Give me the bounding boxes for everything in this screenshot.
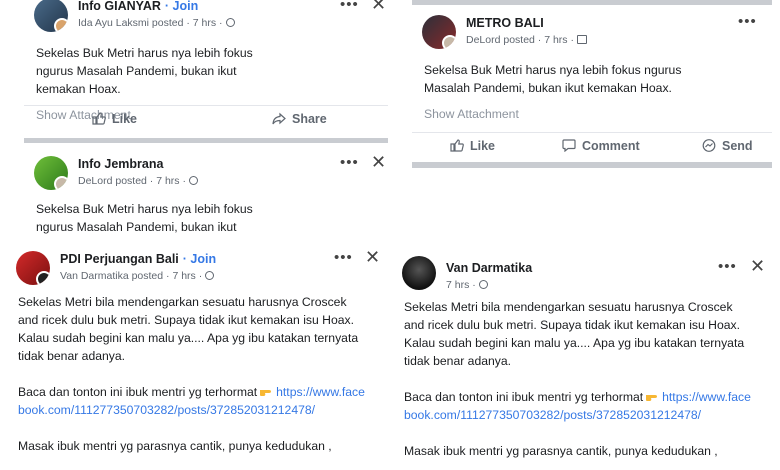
post-text: Sekelsa Buk Metri harus nya lebih fokus … xyxy=(412,61,732,97)
like-label: Like xyxy=(470,139,496,153)
post-text: Sekelsa Buk Metri harus nya lebih fokus … xyxy=(24,200,274,235)
post-meta: DeLord posted · 7 hrs · xyxy=(466,34,587,46)
more-options-icon[interactable]: ••• xyxy=(340,0,359,13)
post-meta: 7 hrs · xyxy=(446,279,488,291)
post-paragraph-link: Baca dan tonton ini ibuk mentri yg terho… xyxy=(404,388,752,424)
post-meta: Ida Ayu Laksmi posted · 7 hrs · xyxy=(78,17,235,29)
post-text: Sekelas Buk Metri harus nya lebih fokus … xyxy=(24,44,274,98)
page-name[interactable]: Info Jembrana xyxy=(78,157,163,171)
post-header: Info GIANYAR · Join Ida Ayu Laksmi posted… xyxy=(24,0,388,36)
page-name-line: Info GIANYAR · Join xyxy=(78,0,198,13)
post-text: Sekelas Metri bila mendengarkan sesuatu … xyxy=(6,293,378,455)
post-card-metro-bali: METRO BALI DeLord posted · 7 hrs · ••• S… xyxy=(412,5,772,162)
post-meta: Van Darmatika posted · 7 hrs · xyxy=(60,270,215,282)
comment-bubble-icon xyxy=(562,139,576,152)
more-options-icon[interactable]: ••• xyxy=(738,13,757,30)
share-arrow-icon xyxy=(272,112,286,125)
close-icon[interactable]: ✕ xyxy=(750,256,765,277)
post-paragraph: Sekelas Metri bila mendengarkan sesuatu … xyxy=(404,300,745,368)
send-button[interactable]: Send xyxy=(702,139,753,153)
globe-icon xyxy=(225,18,235,27)
user-avatar[interactable] xyxy=(402,256,436,290)
globe-icon xyxy=(478,280,488,289)
post-meta: DeLord posted · 7 hrs · xyxy=(78,175,198,187)
post-text-content: Sekelsa Buk Metri harus nya lebih fokus … xyxy=(424,63,682,95)
more-options-icon[interactable]: ••• xyxy=(334,249,353,266)
close-icon[interactable]: ✕ xyxy=(371,152,386,173)
page-name[interactable]: Info GIANYAR xyxy=(78,0,161,13)
post-actions: Like Comment Send xyxy=(412,132,772,160)
post-card-info-jembrana: Info Jembrana DeLord posted · 7 hrs · ••… xyxy=(24,143,388,235)
thumbs-up-icon xyxy=(92,112,106,125)
post-meta-text: DeLord posted · 7 hrs · xyxy=(78,175,186,187)
thumbs-up-icon xyxy=(450,139,464,152)
post-meta-text: DeLord posted · 7 hrs · xyxy=(466,34,574,46)
post-meta-text: 7 hrs · xyxy=(446,279,476,291)
share-label: Share xyxy=(292,112,327,126)
post-header: Info Jembrana DeLord posted · 7 hrs · ••… xyxy=(24,152,388,194)
post-card-pdi-perjuangan-bali: PDI Perjuangan Bali · Join Van Darmatika … xyxy=(6,240,386,470)
close-icon[interactable]: ✕ xyxy=(365,247,380,268)
close-icon[interactable]: ✕ xyxy=(371,0,386,15)
post-paragraph: Sekelas Metri bila mendengarkan sesuatu … xyxy=(18,295,359,363)
page-avatar[interactable] xyxy=(16,251,50,285)
user-name[interactable]: Van Darmatika xyxy=(446,261,532,275)
page-icon xyxy=(576,35,587,44)
page-name[interactable]: METRO BALI xyxy=(466,16,544,30)
post-paragraph: Masak ibuk mentri yg parasnya cantik, pu… xyxy=(404,444,718,458)
messenger-icon xyxy=(702,139,716,152)
post-card-van-darmatika: Van Darmatika 7 hrs · ••• ✕ Sekelas Metr… xyxy=(392,246,778,470)
page-avatar[interactable] xyxy=(34,156,68,190)
post-text-content: Sekelsa Buk Metri harus nya lebih fokus … xyxy=(36,202,253,234)
post-card-info-gianyar: Info GIANYAR · Join Ida Ayu Laksmi posted… xyxy=(24,0,388,138)
poster-avatar xyxy=(54,18,68,32)
more-options-icon[interactable]: ••• xyxy=(340,154,359,171)
post-paragraph-link: Baca dan tonton ini ibuk mentri yg terho… xyxy=(18,383,366,419)
post-text: Sekelas Metri bila mendengarkan sesuatu … xyxy=(392,298,764,460)
show-attachment-link[interactable]: Show Attachment xyxy=(412,107,772,121)
comment-button[interactable]: Comment xyxy=(562,139,640,153)
page-name-line: PDI Perjuangan Bali · Join xyxy=(60,252,216,266)
page-avatar[interactable] xyxy=(34,0,68,32)
like-label: Like xyxy=(112,112,138,126)
page-avatar[interactable] xyxy=(422,15,456,49)
poster-avatar xyxy=(442,35,456,49)
pointing-hand-emoji xyxy=(646,395,658,401)
post-header: Van Darmatika 7 hrs · ••• ✕ xyxy=(392,254,778,294)
share-button[interactable]: Share xyxy=(272,112,327,126)
pointing-hand-emoji xyxy=(260,390,272,396)
globe-icon xyxy=(188,176,198,185)
more-options-icon[interactable]: ••• xyxy=(718,258,737,275)
join-link[interactable]: · Join xyxy=(183,252,216,266)
poster-avatar xyxy=(36,271,50,285)
post-link-intro: Baca dan tonton ini ibuk mentri yg terho… xyxy=(18,385,258,399)
card-separator xyxy=(412,162,772,168)
post-link-intro: Baca dan tonton ini ibuk mentri yg terho… xyxy=(404,390,644,404)
page-name[interactable]: PDI Perjuangan Bali xyxy=(60,252,179,266)
post-actions: Like Share xyxy=(24,105,388,133)
send-label: Send xyxy=(722,139,753,153)
join-link[interactable]: · Join xyxy=(165,0,198,13)
post-meta-text: Ida Ayu Laksmi posted · 7 hrs · xyxy=(78,17,223,29)
poster-avatar xyxy=(54,176,68,190)
post-header: PDI Perjuangan Bali · Join Van Darmatika … xyxy=(6,247,386,289)
comment-label: Comment xyxy=(582,139,640,153)
post-header: METRO BALI DeLord posted · 7 hrs · ••• xyxy=(412,13,772,53)
like-button[interactable]: Like xyxy=(92,112,137,126)
post-text-content: Sekelas Buk Metri harus nya lebih fokus … xyxy=(36,46,253,96)
post-paragraph: Masak ibuk mentri yg parasnya cantik, pu… xyxy=(18,439,332,453)
like-button[interactable]: Like xyxy=(450,139,495,153)
post-meta-text: Van Darmatika posted · 7 hrs · xyxy=(60,270,203,282)
globe-icon xyxy=(205,271,215,280)
